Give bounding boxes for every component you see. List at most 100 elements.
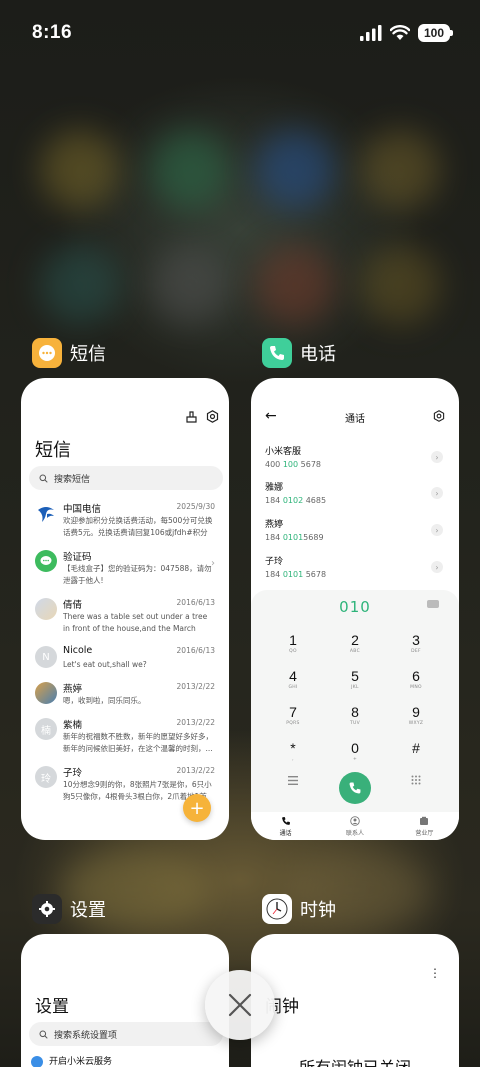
message-date: 2013/2/22	[176, 718, 215, 727]
wifi-icon	[389, 25, 410, 40]
phone-header: ← 通话	[251, 408, 459, 428]
avatar: 玲	[35, 766, 57, 788]
dial-key[interactable]: 7 PQRS	[273, 704, 313, 726]
cloud-icon	[31, 1055, 43, 1067]
menu-icon[interactable]	[288, 776, 298, 785]
message-date: 2016/6/13	[176, 646, 215, 655]
contacts-icon	[350, 816, 360, 826]
settings-search-input[interactable]: 搜索系统设置项	[29, 1022, 223, 1046]
message-sender: 验证码	[63, 552, 92, 563]
dial-key[interactable]: *,	[273, 740, 313, 762]
message-preview: 新年的祝福数不胜数，新年的愿望好多好多，新年的问候依旧美好，在这个温馨的时刻，.…	[63, 732, 213, 753]
new-message-button[interactable]: +	[183, 794, 211, 822]
app-name-clock: 时钟	[300, 900, 336, 921]
app-name-phone: 电话	[300, 344, 336, 365]
store-icon	[420, 816, 429, 825]
backspace-icon[interactable]	[427, 600, 439, 608]
message-preview: 【毛线盒子】您的验证码为：047588，请勿泄露于他人!	[63, 564, 212, 585]
message-sender: 紫楠	[63, 720, 83, 731]
contact-number: 184 0102 4685	[265, 496, 327, 505]
message-preview: 嗯，收到啦，同乐同乐。	[63, 696, 146, 705]
dial-key[interactable]: 5 JKL	[335, 668, 375, 690]
sms-app-icon	[32, 338, 62, 368]
contact-row[interactable]: 燕婷 184 01015689 ›	[265, 517, 445, 547]
alarm-status-text: 所有闹钟已关闭	[251, 1054, 459, 1067]
dial-key[interactable]: 8 TUV	[335, 704, 375, 726]
dial-key[interactable]: 2 ABC	[335, 632, 375, 654]
status-bar: 8:16 100	[0, 0, 480, 68]
dial-key[interactable]: 6 MNO	[396, 668, 436, 690]
app-header-phone[interactable]: 电话	[262, 338, 336, 368]
avatar	[35, 682, 57, 704]
status-time: 8:16	[32, 22, 73, 43]
tab-contacts[interactable]: 联系人	[320, 812, 389, 840]
settings-app-card[interactable]: 设置 搜索系统设置项 开启小米云服务	[21, 934, 229, 1067]
gear-icon[interactable]	[433, 410, 445, 422]
dial-key[interactable]: 9 WXYZ	[396, 704, 436, 726]
contact-name: 雅娜	[265, 483, 284, 493]
search-icon	[39, 474, 48, 483]
sms-toolbar	[185, 410, 219, 423]
settings-item[interactable]: 开启小米云服务	[31, 1054, 112, 1067]
clear-all-button[interactable]	[205, 970, 275, 1040]
contact-name: 子玲	[265, 557, 284, 567]
dialpad: 010 1 QO 2 ABC 3 DEF 4 GHI 5 JKL 6 MNO 7 PQRS 8…	[251, 590, 459, 812]
clock-app-card[interactable]: ⋮ 闹钟 所有闹钟已关闭	[251, 934, 459, 1067]
chevron-right-icon[interactable]: ›	[431, 561, 443, 573]
chevron-right-icon[interactable]: ›	[431, 524, 443, 536]
contact-name: 小米客服	[265, 447, 302, 457]
dial-key[interactable]: 0 +	[335, 740, 375, 762]
contact-row[interactable]: 小米客服 400 100 5678 ›	[265, 444, 445, 474]
tab-calls[interactable]: 通话	[251, 812, 320, 840]
chevron-right-icon[interactable]: ›	[431, 487, 443, 499]
dial-key[interactable]: 4 GHI	[273, 668, 313, 690]
contact-name: 燕婷	[265, 520, 284, 530]
app-header-settings[interactable]: 设置	[32, 894, 106, 924]
message-preview: There was a table set out under a tree i…	[63, 612, 208, 633]
sms-search-input[interactable]: 搜索短信	[29, 466, 223, 490]
contact-row[interactable]: 雅娜 184 0102 4685 ›	[265, 480, 445, 510]
list-item[interactable]: 倩倩 2016/6/13 There was a table set out u…	[21, 598, 229, 648]
message-date: 2013/2/22	[176, 766, 215, 775]
dial-key[interactable]: 3 DEF	[396, 632, 436, 654]
call-button[interactable]	[339, 772, 371, 804]
phone-app-card[interactable]: ← 通话 小米客服 400 100 5678 › 雅娜 184 0102 468…	[251, 378, 459, 840]
phone-app-icon	[262, 338, 292, 368]
message-sender: 倩倩	[63, 600, 83, 611]
sms-search-placeholder: 搜索短信	[54, 474, 91, 485]
gear-icon[interactable]	[206, 410, 219, 423]
phone-icon	[281, 817, 290, 825]
list-item[interactable]: 中国电信 2025/9/30 欢迎参加积分兑换话费活动，每500分可兑换话费5元…	[21, 502, 229, 552]
clean-icon[interactable]	[185, 410, 198, 423]
dial-key[interactable]: 1 QO	[273, 632, 313, 654]
china-telecom-logo-icon	[35, 502, 57, 524]
list-item[interactable]: 验证码 › 【毛线盒子】您的验证码为：047588，请勿泄露于他人!	[21, 550, 229, 600]
dialpad-icon[interactable]	[411, 775, 421, 785]
settings-app-icon	[32, 894, 62, 924]
message-bubble-icon	[35, 550, 57, 572]
phone-tab-bar: 通话 联系人 营业厅	[251, 812, 459, 840]
contact-number: 400 100 5678	[265, 460, 321, 469]
contact-row[interactable]: 子玲 184 0101 5678 ›	[265, 554, 445, 584]
battery-indicator: 100	[417, 24, 454, 42]
list-item[interactable]: 楠 紫楠 2013/2/22 新年的祝福数不胜数，新年的愿望好多好多，新年的问候…	[21, 718, 229, 768]
search-icon	[39, 1030, 48, 1039]
app-name-settings: 设置	[70, 900, 106, 921]
message-sender: 燕婷	[63, 684, 83, 695]
settings-page-title: 设置	[35, 997, 69, 1017]
chevron-right-icon[interactable]: ›	[431, 451, 443, 463]
dial-key[interactable]: #	[396, 740, 436, 757]
message-date: 2013/2/22	[176, 682, 215, 691]
message-date: 2025/9/30	[176, 502, 215, 511]
app-header-clock[interactable]: 时钟	[262, 894, 336, 924]
message-preview: 欢迎参加积分兑换话费活动，每500分可兑换话费5元。兑换话费请回复106或jfd…	[63, 516, 213, 537]
app-name-sms: 短信	[70, 344, 106, 365]
avatar	[35, 598, 57, 620]
sms-app-card[interactable]: 短信 搜索短信 中国电信 2025/9/30 欢迎参加积分兑换话费活动，每500…	[21, 378, 229, 840]
sms-page-title: 短信	[35, 440, 71, 461]
message-date: 2016/6/13	[176, 598, 215, 607]
app-header-sms[interactable]: 短信	[32, 338, 106, 368]
contact-number: 184 0101 5678	[265, 570, 327, 579]
more-options-icon[interactable]: ⋮	[429, 966, 441, 980]
tab-business-hall[interactable]: 营业厅	[390, 812, 459, 840]
